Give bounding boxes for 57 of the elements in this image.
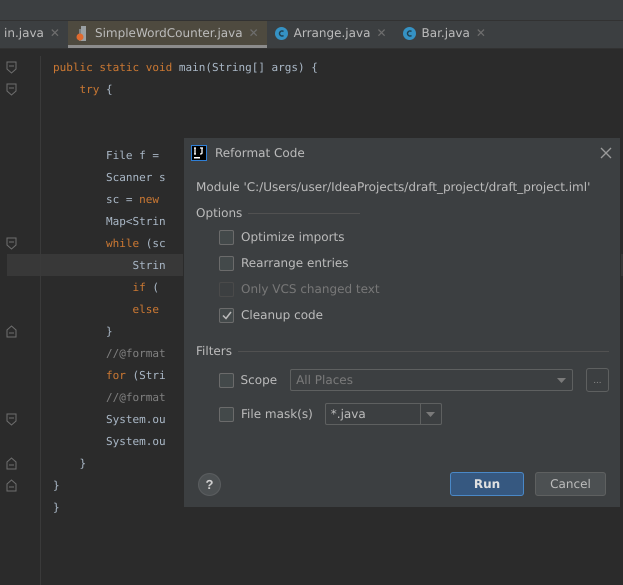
class-icon — [402, 26, 416, 40]
section-title: Filters — [196, 344, 232, 358]
code-line: Map<Strin — [104, 214, 166, 228]
dialog-title: Reformat Code — [215, 146, 306, 160]
code-line: //@format — [104, 390, 166, 404]
code-line: } — [53, 500, 60, 514]
checkbox[interactable] — [219, 372, 234, 388]
code-line: sc = new — [104, 192, 159, 206]
caret-icon — [557, 378, 566, 382]
editor-tab[interactable]: Bar.java ✕ — [394, 21, 494, 48]
browse-button[interactable]: ... — [586, 368, 609, 392]
code-line: if ( — [131, 280, 159, 294]
class-icon — [274, 26, 288, 40]
checkbox[interactable] — [219, 308, 234, 322]
help-button[interactable]: ? — [198, 472, 221, 496]
fold-icon[interactable] — [6, 412, 17, 426]
fold-icon[interactable] — [6, 82, 17, 96]
checkbox[interactable] — [219, 230, 234, 244]
code-line: public static void main(String[] args) { — [53, 60, 318, 74]
file-mask-dropdown[interactable]: *.java — [324, 403, 442, 425]
cancel-button[interactable]: Cancel — [535, 472, 606, 496]
fold-icon[interactable] — [6, 456, 17, 470]
code-line: Scanner s — [104, 170, 166, 184]
code-line: } — [104, 324, 113, 338]
checkbox-label[interactable]: Scope — [240, 373, 278, 387]
app-icon — [191, 145, 207, 161]
checkbox-label[interactable]: File mask(s) — [241, 407, 313, 421]
code-line: } — [53, 478, 60, 492]
editor-tab[interactable]: SimpleWordCounter.java ✕ — [68, 21, 267, 48]
fold-icon[interactable] — [6, 60, 17, 74]
code-line: } — [78, 456, 86, 470]
java-file-icon — [76, 26, 89, 40]
code-line: //@format — [104, 346, 166, 360]
checkbox-label[interactable]: Cleanup code — [241, 308, 324, 322]
close-icon[interactable] — [600, 147, 612, 159]
code-line: Strin — [131, 258, 166, 272]
editor-tab[interactable]: Arrange.java ✕ — [266, 21, 395, 48]
checkbox-label[interactable]: Rearrange entries — [241, 256, 349, 270]
module-path: Module 'C:/Users/user/IdeaProjects/draft_project/draft_project.iml' — [196, 180, 592, 194]
fold-icon[interactable] — [6, 478, 17, 492]
code-line: System.ou — [104, 412, 166, 426]
code-line: System.ou — [104, 434, 166, 448]
editor-tab[interactable]: in.java ✕ — [0, 21, 68, 48]
checkbox[interactable] — [219, 256, 234, 270]
code-line: else — [131, 302, 159, 316]
code-line: File f = — [104, 148, 159, 162]
section-title: Options — [196, 206, 242, 220]
caret-icon — [426, 412, 436, 416]
code-line: for (Stri — [104, 368, 166, 382]
checkbox-label[interactable]: Optimize imports — [241, 230, 344, 244]
run-button[interactable]: Run — [450, 472, 524, 496]
code-line: try { — [78, 82, 113, 96]
fold-icon[interactable] — [6, 324, 17, 338]
fold-icon[interactable] — [6, 236, 17, 250]
checkbox[interactable] — [219, 406, 234, 422]
check-icon — [222, 310, 232, 320]
code-line: while (sc — [104, 236, 166, 250]
